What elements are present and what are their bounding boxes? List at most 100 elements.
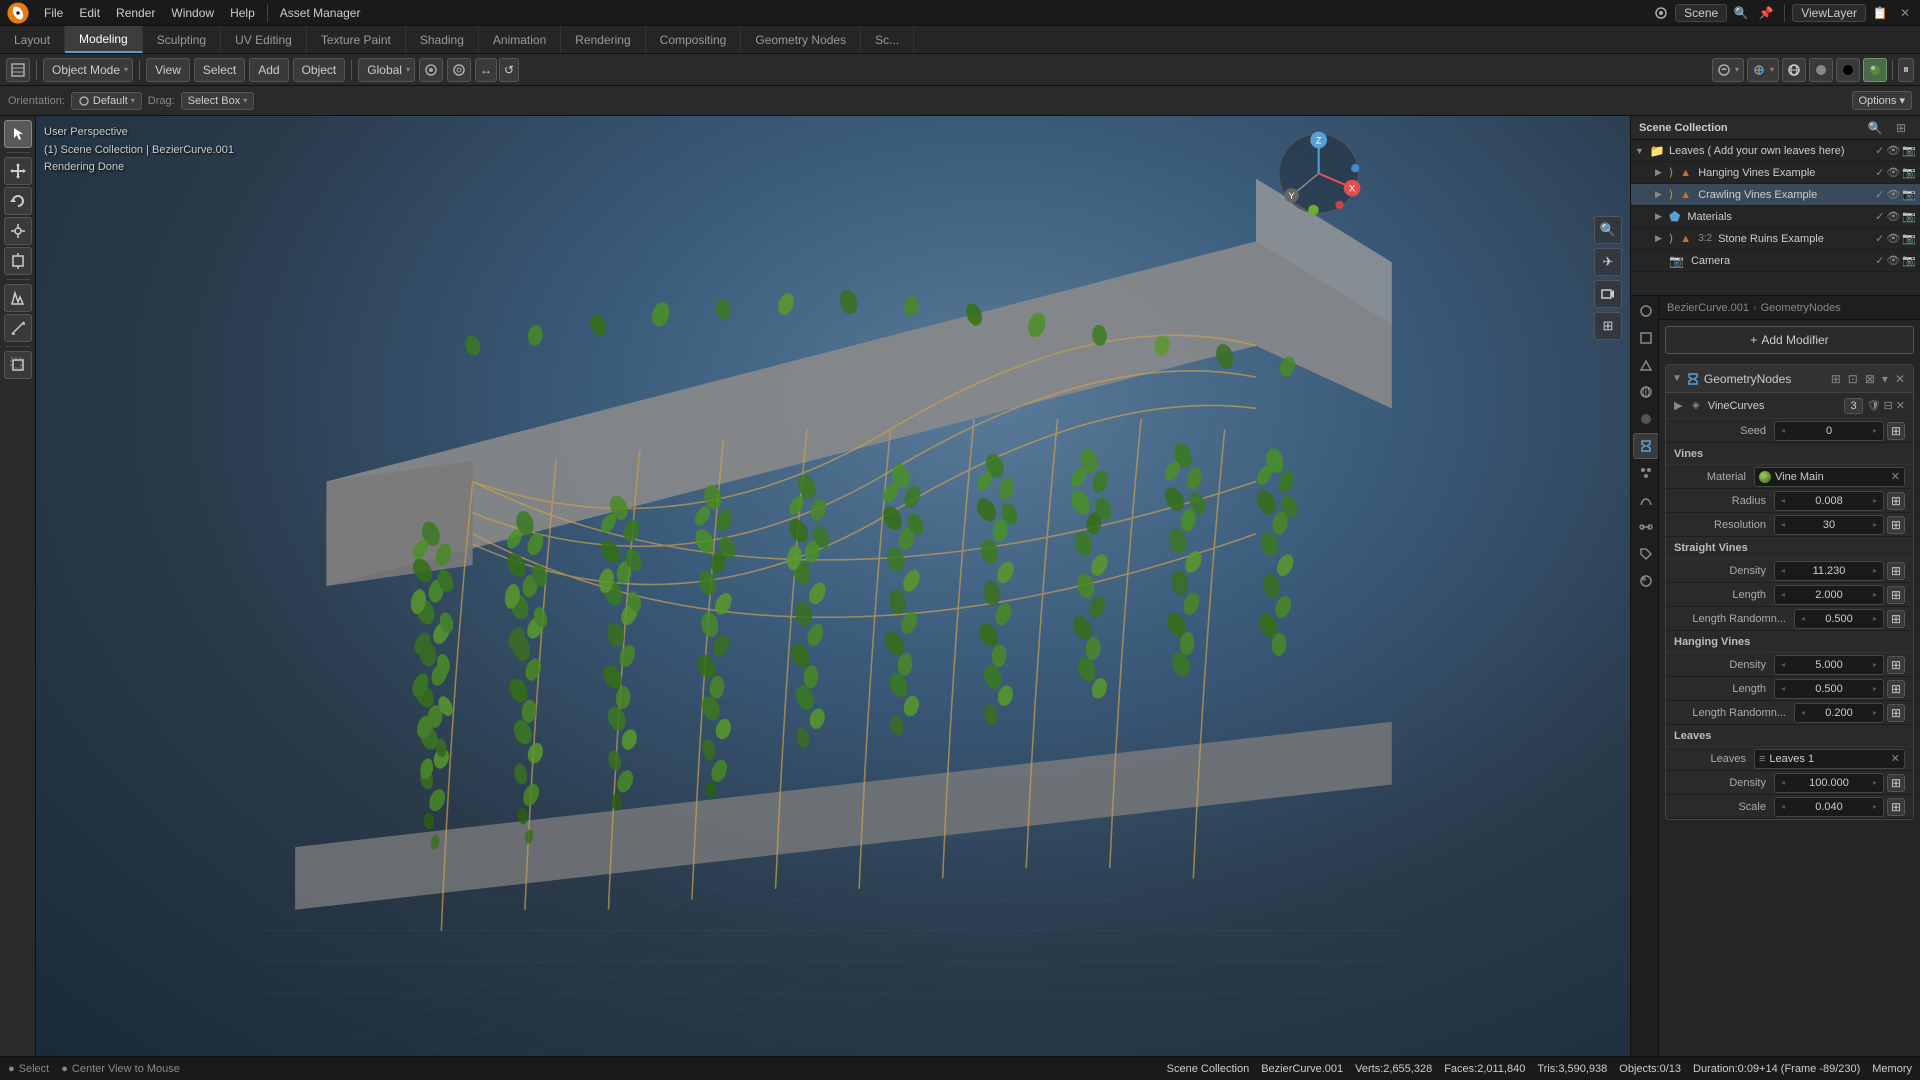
hide-icon-0[interactable]: 👁: [1886, 144, 1900, 157]
tab-texture-paint[interactable]: Texture Paint: [307, 26, 406, 53]
tool-annotate[interactable]: [4, 284, 32, 312]
menu-help[interactable]: Help: [222, 4, 263, 22]
breadcrumb-modifier[interactable]: GeometryNodes: [1761, 302, 1841, 314]
resolution-input[interactable]: ◂ 30 ▸: [1774, 515, 1884, 535]
move-tool[interactable]: ↔: [475, 58, 497, 82]
viewport-3d[interactable]: Z X Y User Perspective (1) Scene Collect…: [36, 116, 1630, 1056]
outliner-item-stone-ruins[interactable]: ▶ ⟩ ▲ 3:2 Stone Ruins Example ✓ 👁 📷: [1631, 228, 1920, 250]
mod-icon-x[interactable]: ✕: [1893, 370, 1907, 388]
proportional-edit[interactable]: [447, 58, 471, 82]
prop-tab-render[interactable]: [1633, 298, 1659, 324]
mode-selector[interactable]: Object Mode ▾: [43, 58, 133, 82]
hide-icon-1[interactable]: 👁: [1886, 166, 1900, 179]
nav-camera[interactable]: [1594, 280, 1622, 308]
leaves-scale-add[interactable]: ⊞: [1887, 798, 1905, 816]
seed-add-btn[interactable]: ⊞: [1887, 422, 1905, 440]
prop-tab-output[interactable]: [1633, 325, 1659, 351]
overlay-toggle[interactable]: ▾: [1712, 58, 1744, 82]
options-dropdown[interactable]: Options ▾: [1852, 91, 1913, 110]
prop-tab-particles[interactable]: [1633, 460, 1659, 486]
seed-input[interactable]: ◂ 0 ▸: [1774, 421, 1884, 441]
menu-file[interactable]: File: [36, 4, 71, 22]
leaves-clear-btn[interactable]: ✕: [1891, 752, 1900, 765]
hv-length-input[interactable]: ◂ 0.500 ▸: [1774, 679, 1884, 699]
breadcrumb-object[interactable]: BezierCurve.001: [1667, 302, 1749, 314]
viewport-shading-rendered[interactable]: [1863, 58, 1887, 82]
header-icon-search[interactable]: 🔍: [1730, 2, 1752, 24]
outliner-item-crawling-vines[interactable]: ▶ ⟩ ▲ Crawling Vines Example ✓ 👁 📷: [1631, 184, 1920, 206]
leaves-scale-input[interactable]: ◂ 0.040 ▸: [1774, 797, 1884, 817]
header-icon-pin[interactable]: 📌: [1755, 2, 1777, 24]
hide-icon-4[interactable]: 👁: [1886, 232, 1900, 245]
vis-icon-1[interactable]: ✓: [1875, 166, 1884, 179]
tool-add-cube[interactable]: [4, 351, 32, 379]
nav-grid[interactable]: ⊞: [1594, 312, 1622, 340]
hide-icon-5[interactable]: 👁: [1886, 254, 1900, 267]
viewport-shading-wire[interactable]: [1782, 58, 1806, 82]
header-icon-viewlayer[interactable]: 📋: [1869, 2, 1891, 24]
prop-tab-physics[interactable]: [1633, 487, 1659, 513]
select-menu[interactable]: Select: [194, 58, 245, 82]
vines-section-header[interactable]: Vines: [1666, 443, 1913, 465]
material-clear-btn[interactable]: ✕: [1891, 470, 1900, 483]
select-box-dropdown[interactable]: Select Box ▾: [181, 92, 255, 110]
header-icon-scene[interactable]: [1650, 2, 1672, 24]
tool-rotate[interactable]: [4, 187, 32, 215]
render-icon-4[interactable]: 📷: [1902, 232, 1916, 245]
mod-dropdown-arrow[interactable]: ▾: [1880, 370, 1890, 388]
viewport-shading-solid[interactable]: [1809, 58, 1833, 82]
nav-fly[interactable]: ✈: [1594, 248, 1622, 276]
menu-edit[interactable]: Edit: [71, 4, 108, 22]
tool-measure[interactable]: [4, 314, 32, 342]
prop-tab-modifier[interactable]: [1633, 433, 1659, 459]
menu-window[interactable]: Window: [163, 4, 222, 22]
outliner-item-camera[interactable]: 📷 Camera ✓ 👁 📷: [1631, 250, 1920, 272]
scene-name[interactable]: Scene: [1675, 4, 1727, 22]
vis-icon-4[interactable]: ✓: [1875, 232, 1884, 245]
sv-lenrandom-add[interactable]: ⊞: [1887, 610, 1905, 628]
render-icon-1[interactable]: 📷: [1902, 166, 1916, 179]
tab-compositing[interactable]: Compositing: [646, 26, 742, 53]
menu-render[interactable]: Render: [108, 4, 163, 22]
hide-icon-2[interactable]: 👁: [1886, 188, 1900, 201]
tool-transform[interactable]: [4, 247, 32, 275]
add-modifier-button[interactable]: + Add Modifier: [1665, 326, 1914, 354]
prop-tab-world[interactable]: [1633, 379, 1659, 405]
rotate-tool[interactable]: ↺: [499, 58, 519, 82]
mod-icon-type2[interactable]: ⊡: [1846, 370, 1860, 388]
render-icon-3[interactable]: 📷: [1902, 210, 1916, 223]
hv-length-add[interactable]: ⊞: [1887, 680, 1905, 698]
editor-type-btn[interactable]: [6, 58, 30, 82]
render-icon-5[interactable]: 📷: [1902, 254, 1916, 267]
view-menu[interactable]: View: [146, 58, 190, 82]
hanging-vines-section[interactable]: Hanging Vines: [1666, 631, 1913, 653]
header-icon-close-top[interactable]: ✕: [1894, 2, 1916, 24]
hide-icon-3[interactable]: 👁: [1886, 210, 1900, 223]
tool-scale[interactable]: [4, 217, 32, 245]
prop-tab-material[interactable]: [1633, 568, 1659, 594]
hv-lenrandom-input[interactable]: ◂ 0.200 ▸: [1794, 703, 1884, 723]
tab-sculpting[interactable]: Sculpting: [143, 26, 221, 53]
prop-tab-scene[interactable]: [1633, 352, 1659, 378]
hv-density-add[interactable]: ⊞: [1887, 656, 1905, 674]
radius-input[interactable]: ◂ 0.008 ▸: [1774, 491, 1884, 511]
sv-lenrandom-input[interactable]: ◂ 0.500 ▸: [1794, 609, 1884, 629]
vis-icon-2[interactable]: ✓: [1875, 188, 1884, 201]
submod-shield-icon[interactable]: 🛡: [1867, 399, 1881, 412]
tab-shading[interactable]: Shading: [406, 26, 479, 53]
vis-icon-3[interactable]: ✓: [1875, 210, 1884, 223]
tab-rendering[interactable]: Rendering: [561, 26, 645, 53]
add-menu[interactable]: Add: [249, 58, 288, 82]
asset-manager[interactable]: Asset Manager: [272, 4, 369, 22]
snap-toggle[interactable]: [419, 58, 443, 82]
modifier-expand-arrow[interactable]: ▼: [1672, 373, 1682, 384]
vis-icon-5[interactable]: ✓: [1875, 254, 1884, 267]
prop-tab-data[interactable]: [1633, 541, 1659, 567]
vis-icon-0[interactable]: ✓: [1875, 144, 1884, 157]
mod-icon-type3[interactable]: ⊠: [1863, 370, 1877, 388]
tab-uv-editing[interactable]: UV Editing: [221, 26, 307, 53]
outliner-search-btn[interactable]: 🔍: [1864, 117, 1886, 139]
tab-geometry-nodes[interactable]: Geometry Nodes: [741, 26, 861, 53]
mod-icon-type1[interactable]: ⊞: [1829, 370, 1843, 388]
material-value[interactable]: Vine Main ✕: [1754, 467, 1905, 487]
